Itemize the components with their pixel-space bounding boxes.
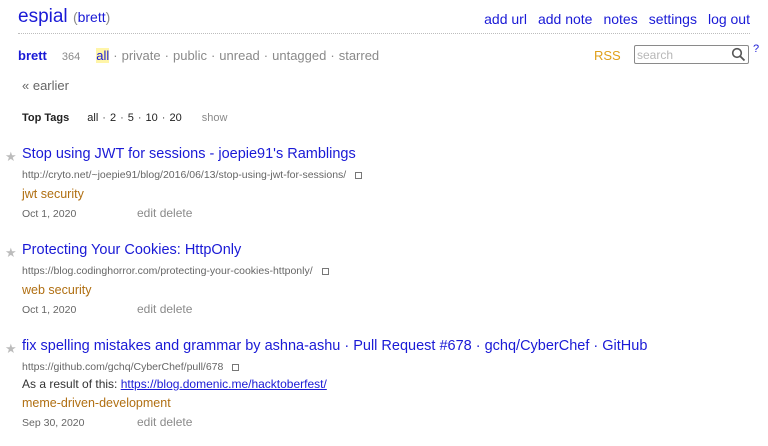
bookmark-description: As a result of this: https://blog.domeni… bbox=[22, 377, 327, 391]
separator: · bbox=[137, 112, 142, 124]
top-nav: add url add note notes settings log out bbox=[484, 11, 750, 27]
separator: · bbox=[210, 48, 216, 63]
tag-link[interactable]: security bbox=[41, 187, 84, 201]
separator: · bbox=[120, 112, 124, 124]
top-tags-option-all[interactable]: all bbox=[87, 112, 98, 124]
bookmark-date[interactable]: Oct 1, 2020 bbox=[22, 304, 76, 316]
bookmark-count: 364 bbox=[61, 51, 81, 63]
top-tags-show-link[interactable]: show bbox=[202, 112, 228, 124]
separator: · bbox=[263, 48, 269, 63]
separator: · bbox=[161, 112, 166, 124]
add-url-link[interactable]: add url bbox=[484, 11, 527, 27]
archive-icon[interactable] bbox=[321, 267, 329, 275]
bookmark-actions: edit delete bbox=[137, 206, 192, 220]
edit-button[interactable]: edit bbox=[137, 415, 156, 429]
delete-button[interactable]: delete bbox=[160, 302, 193, 316]
delete-button[interactable]: delete bbox=[160, 415, 193, 429]
edit-button[interactable]: edit bbox=[137, 302, 156, 316]
tag-link[interactable]: meme-driven-development bbox=[22, 396, 171, 410]
separator: · bbox=[113, 48, 118, 63]
bookmark-date[interactable]: Oct 1, 2020 bbox=[22, 208, 76, 220]
top-tags-option-5[interactable]: 5 bbox=[128, 112, 134, 124]
bookmark-tags: meme-driven-development bbox=[22, 396, 171, 410]
bookmark-url: https://blog.codinghorror.com/protecting… bbox=[22, 265, 313, 277]
description-link[interactable]: https://blog.domenic.me/hacktoberfest/ bbox=[121, 377, 327, 391]
star-icon[interactable]: ★ bbox=[5, 149, 17, 165]
star-icon[interactable]: ★ bbox=[5, 341, 17, 357]
notes-link[interactable]: notes bbox=[603, 11, 637, 27]
tag-link[interactable]: security bbox=[48, 283, 91, 297]
bookmark-actions: edit delete bbox=[137, 302, 192, 316]
filter-tab-public[interactable]: public bbox=[173, 48, 207, 63]
bookmark-title[interactable]: Stop using JWT for sessions - joepie91's… bbox=[22, 146, 356, 162]
bookmark-date[interactable]: Sep 30, 2020 bbox=[22, 417, 84, 429]
header-divider bbox=[18, 33, 750, 34]
add-note-link[interactable]: add note bbox=[538, 11, 593, 27]
filter-tab-unread[interactable]: unread bbox=[219, 48, 259, 63]
top-tags-bar: Top Tags all · 2 · 5 · 10 · 20 show bbox=[22, 112, 227, 124]
filter-username[interactable]: brett bbox=[18, 48, 47, 63]
bookmark-actions: edit delete bbox=[137, 415, 192, 429]
bookmark-title[interactable]: fix spelling mistakes and grammar by ash… bbox=[22, 338, 647, 354]
description-text: As a result of this: bbox=[22, 377, 121, 391]
filter-tab-untagged[interactable]: untagged bbox=[272, 48, 326, 63]
separator: · bbox=[330, 48, 335, 63]
filter-bar: brett 364 all · private · public · unrea… bbox=[18, 48, 379, 63]
separator: · bbox=[164, 48, 169, 63]
bookmark-tags: web security bbox=[22, 283, 92, 297]
top-tags-option-20[interactable]: 20 bbox=[169, 112, 181, 124]
search-icon[interactable] bbox=[731, 47, 746, 62]
bookmark-url-row: https://blog.codinghorror.com/protecting… bbox=[22, 265, 329, 277]
brand-name[interactable]: espial bbox=[18, 6, 68, 27]
separator: · bbox=[102, 112, 106, 124]
top-tags-option-2[interactable]: 2 bbox=[110, 112, 116, 124]
bookmark-url: http://cryto.net/~joepie91/blog/2016/06/… bbox=[22, 169, 347, 181]
delete-button[interactable]: delete bbox=[160, 206, 193, 220]
top-tags-label: Top Tags bbox=[22, 112, 70, 124]
earlier-link[interactable]: « earlier bbox=[22, 78, 69, 93]
settings-link[interactable]: settings bbox=[649, 11, 697, 27]
tag-link[interactable]: jwt bbox=[22, 187, 37, 201]
archive-icon[interactable] bbox=[355, 171, 363, 179]
tag-link[interactable]: web bbox=[22, 283, 45, 297]
bookmark-url: https://github.com/gchq/CyberChef/pull/6… bbox=[22, 361, 224, 373]
edit-button[interactable]: edit bbox=[137, 206, 156, 220]
rss-link[interactable]: RSS bbox=[594, 48, 621, 63]
user-paren-close: ) bbox=[105, 9, 111, 25]
filter-tab-all[interactable]: all bbox=[96, 48, 110, 63]
search-input[interactable] bbox=[635, 47, 731, 63]
search-box bbox=[634, 45, 749, 64]
filter-tab-starred[interactable]: starred bbox=[339, 48, 379, 63]
star-icon[interactable]: ★ bbox=[5, 245, 17, 261]
header-username[interactable]: brett bbox=[78, 9, 106, 25]
archive-icon[interactable] bbox=[232, 363, 240, 371]
bookmark-url-row: https://github.com/gchq/CyberChef/pull/6… bbox=[22, 361, 240, 373]
top-tags-option-10[interactable]: 10 bbox=[146, 112, 158, 124]
bookmark-url-row: http://cryto.net/~joepie91/blog/2016/06/… bbox=[22, 169, 363, 181]
logout-link[interactable]: log out bbox=[708, 11, 750, 27]
app-title[interactable]: espial (brett) bbox=[18, 6, 110, 28]
search-help-link[interactable]: ? bbox=[753, 43, 759, 55]
bookmark-title[interactable]: Protecting Your Cookies: HttpOnly bbox=[22, 242, 241, 258]
filter-tab-private[interactable]: private bbox=[122, 48, 161, 63]
bookmark-tags: jwt security bbox=[22, 187, 84, 201]
